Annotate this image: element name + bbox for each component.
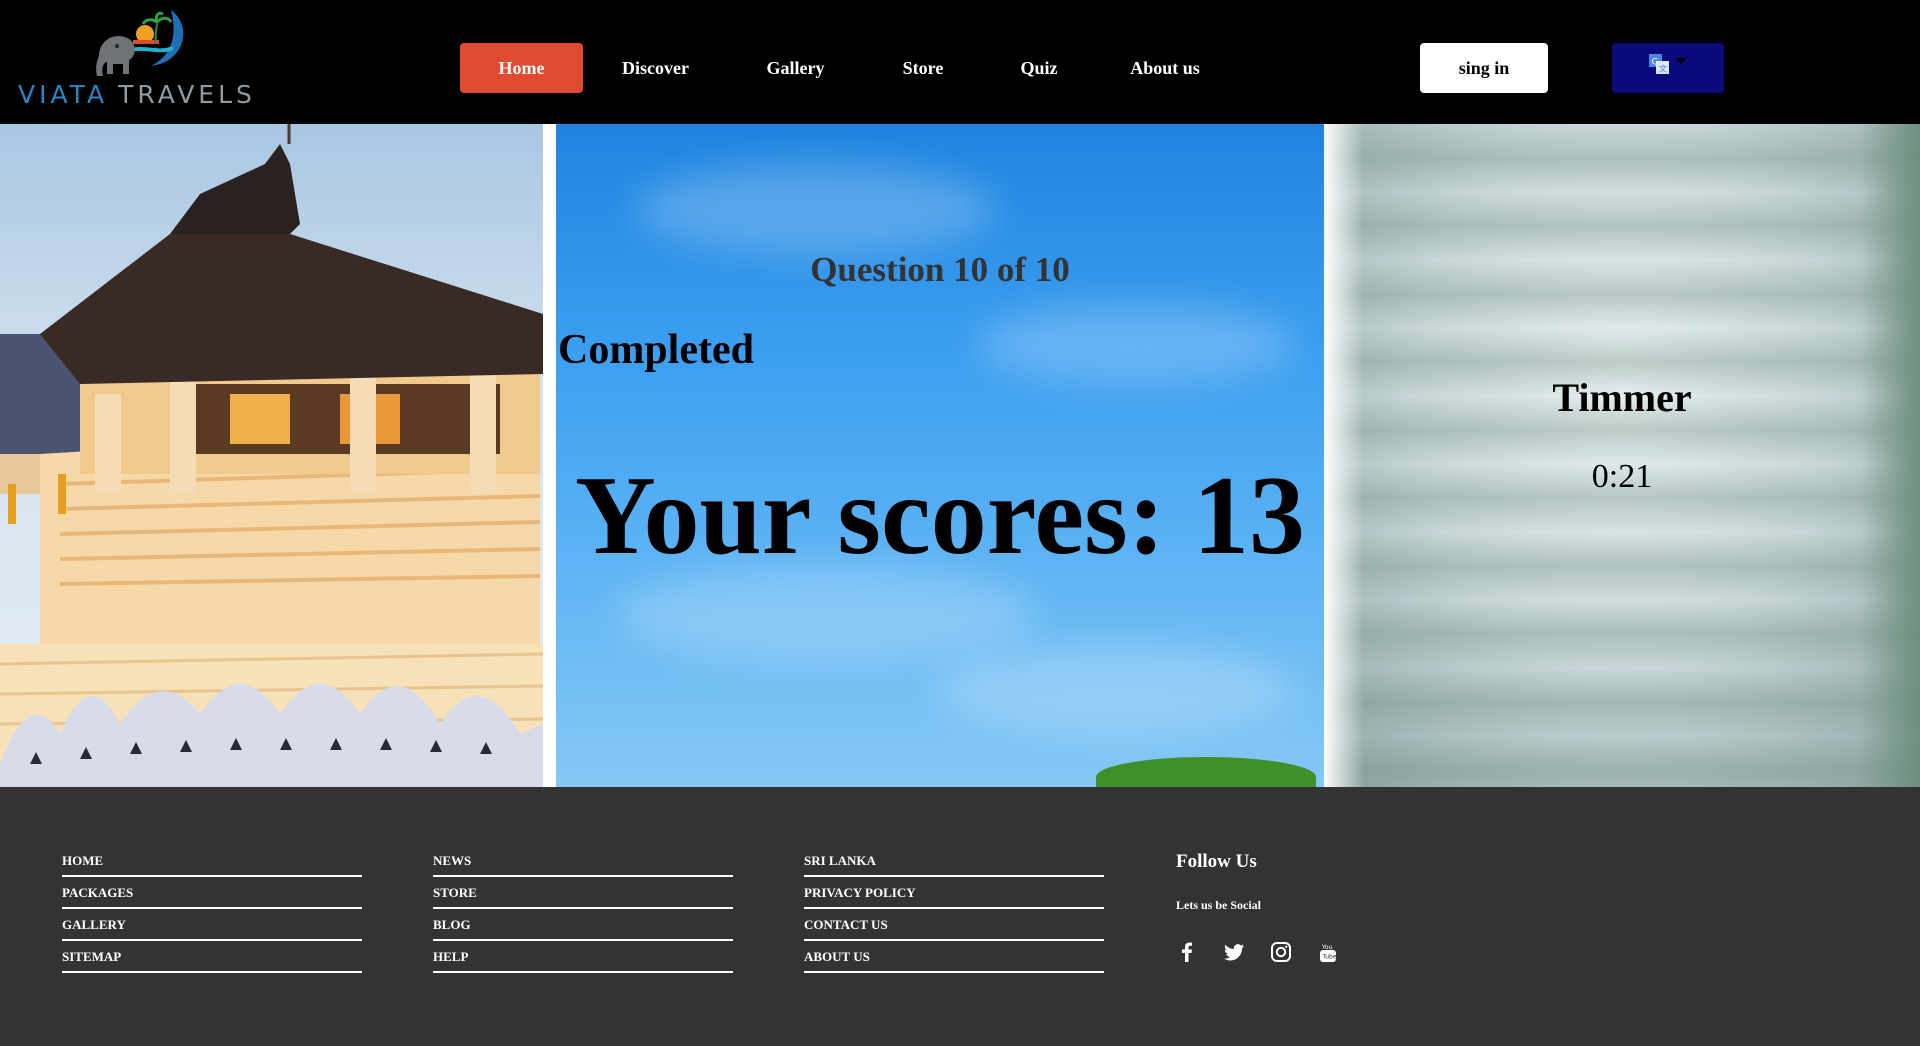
svg-text:G: G — [1652, 58, 1659, 68]
question-counter: Question 10 of 10 — [810, 250, 1070, 289]
footer-column-2: NEWS STORE BLOG HELP — [433, 853, 733, 973]
follow-us-subtitle: Lets us be Social — [1176, 898, 1262, 912]
nav-quiz[interactable]: Quiz — [983, 43, 1095, 93]
temple-image — [0, 124, 543, 787]
footer-link-contact-us[interactable]: CONTACT US — [804, 909, 1104, 941]
svg-text:Tube: Tube — [1322, 954, 1337, 961]
translate-icon: G 文 — [1649, 54, 1669, 74]
footer-link-privacy-policy[interactable]: PRIVACY POLICY — [804, 877, 1104, 909]
footer-link-blog[interactable]: BLOG — [433, 909, 733, 941]
timer-value: 0:21 — [1591, 458, 1653, 495]
follow-us-section: Follow Us Lets us be Social You Tube — [1176, 851, 1476, 963]
nav-home[interactable]: Home — [460, 43, 583, 93]
language-select-button[interactable]: G 文 — [1612, 43, 1724, 93]
footer-link-store[interactable]: STORE — [433, 877, 733, 909]
footer-link-help[interactable]: HELP — [433, 941, 733, 973]
logo-word-travels: TRAVELS — [118, 80, 256, 109]
quiz-result-section: Question 10 of 10 Completed Your scores:… — [0, 124, 1920, 787]
nav-store[interactable]: Store — [863, 43, 983, 93]
footer-link-home[interactable]: HOME — [62, 853, 362, 877]
footer-column-1: HOME PACKAGES GALLERY SITEMAP — [62, 853, 362, 973]
footer-link-news[interactable]: NEWS — [433, 853, 733, 877]
footer-link-sri-lanka[interactable]: SRI LANKA — [804, 853, 1104, 877]
elephant-logo-icon — [96, 10, 184, 76]
logo-wordmark: VIATA TRAVELS — [18, 80, 256, 109]
timer-title: Timmer — [1552, 375, 1692, 420]
quiz-result-panel: Question 10 of 10 Completed Your scores:… — [556, 124, 1324, 787]
footer-link-gallery[interactable]: GALLERY — [62, 909, 362, 941]
follow-us-title: Follow Us — [1176, 851, 1257, 872]
chevron-down-icon — [1676, 58, 1686, 64]
timer-panel: Timmer 0:21 — [1324, 124, 1920, 787]
nav-about-us[interactable]: About us — [1095, 43, 1235, 93]
svg-text:文: 文 — [1659, 64, 1667, 74]
logo-word-viata: VIATA — [18, 80, 109, 109]
footer-link-sitemap[interactable]: SITEMAP — [62, 941, 362, 973]
site-header: VIATA TRAVELS Home Discover Gallery Store… — [0, 0, 1920, 124]
facebook-icon[interactable] — [1176, 941, 1198, 963]
nav-gallery[interactable]: Gallery — [728, 43, 863, 93]
score-display: Your scores: 13 — [574, 454, 1306, 578]
youtube-icon[interactable]: You Tube — [1317, 941, 1339, 963]
footer-column-3: SRI LANKA PRIVACY POLICY CONTACT US ABOU… — [804, 853, 1104, 973]
instagram-icon[interactable] — [1270, 941, 1292, 963]
site-logo[interactable]: VIATA TRAVELS — [18, 4, 268, 114]
site-footer: HOME PACKAGES GALLERY SITEMAP NEWS STORE… — [0, 787, 1920, 1046]
sign-in-button[interactable]: sing in — [1420, 43, 1548, 93]
svg-text:You: You — [1321, 944, 1333, 951]
main-nav: Home Discover Gallery Store Quiz About u… — [460, 43, 1235, 93]
social-links: You Tube — [1176, 941, 1476, 963]
footer-link-packages[interactable]: PACKAGES — [62, 877, 362, 909]
quiz-status-label: Completed — [558, 327, 754, 373]
twitter-icon[interactable] — [1223, 941, 1245, 963]
footer-link-about-us[interactable]: ABOUT US — [804, 941, 1104, 973]
panel-divider — [543, 124, 556, 787]
nav-discover[interactable]: Discover — [583, 43, 728, 93]
tree-line — [1096, 757, 1316, 787]
